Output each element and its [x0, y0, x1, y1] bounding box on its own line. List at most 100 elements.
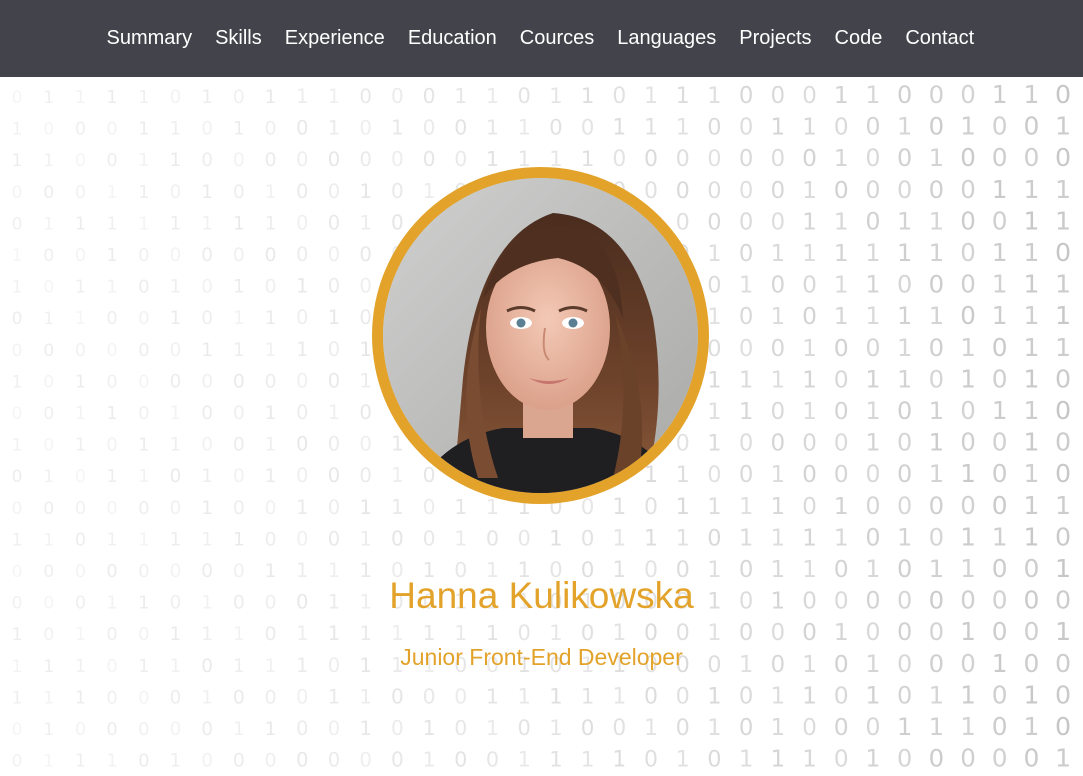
binary-digit: 1 — [328, 401, 340, 424]
binary-digit: 1 — [802, 524, 817, 551]
binary-digit: 0 — [802, 430, 817, 457]
binary-digit: 0 — [296, 717, 308, 740]
binary-digit: 1 — [233, 308, 245, 329]
binary-digit: 0 — [233, 498, 245, 519]
nav-link-code[interactable]: Code — [823, 0, 894, 77]
binary-digit: 1 — [75, 214, 86, 234]
nav-link-experience[interactable]: Experience — [273, 0, 396, 77]
nav-link-education[interactable]: Education — [396, 0, 508, 77]
binary-digit: 0 — [138, 498, 149, 519]
binary-digit: 0 — [265, 686, 277, 708]
binary-digit: 0 — [423, 495, 436, 519]
binary-digit: 1 — [802, 682, 817, 709]
binary-digit: 0 — [739, 715, 754, 741]
binary-digit: 0 — [802, 461, 817, 488]
binary-digit: 1 — [359, 338, 372, 361]
binary-digit: 0 — [518, 526, 531, 550]
binary-digit: 0 — [138, 340, 149, 361]
nav-item-skills: Skills — [204, 0, 274, 77]
binary-digit: 0 — [328, 369, 340, 392]
binary-digit: 0 — [454, 748, 467, 772]
binary-digit: 0 — [265, 244, 277, 266]
binary-digit: 0 — [359, 148, 372, 171]
binary-digit: 0 — [770, 83, 785, 109]
binary-digit: 0 — [106, 687, 117, 708]
binary-digit: 1 — [960, 364, 976, 393]
binary-digit: 1 — [865, 397, 880, 425]
binary-digit: 1 — [233, 213, 245, 234]
binary-digit: 0 — [233, 687, 245, 708]
binary-digit: 0 — [992, 428, 1008, 457]
binary-digit: 0 — [960, 175, 976, 204]
binary-digit: 1 — [929, 143, 944, 172]
binary-digit: 1 — [1023, 206, 1039, 235]
binary-digit: 1 — [170, 624, 182, 645]
binary-digit: 1 — [328, 117, 340, 140]
binary-digit: 1 — [897, 302, 912, 330]
binary-digit: 1 — [1023, 238, 1039, 267]
binary-digit: 1 — [138, 182, 149, 203]
nav-link-contact[interactable]: Contact — [894, 0, 986, 77]
binary-digit: 0 — [265, 118, 277, 140]
binary-digit: 1 — [1023, 175, 1039, 204]
binary-digit: 1 — [233, 119, 245, 140]
binary-digit: 0 — [992, 744, 1008, 773]
nav-link-summary[interactable]: Summary — [95, 0, 204, 77]
binary-digit: 1 — [201, 182, 213, 203]
binary-digit: 1 — [423, 748, 436, 772]
binary-digit: 0 — [328, 148, 340, 171]
binary-digit: 1 — [201, 340, 213, 361]
binary-digit: 1 — [75, 625, 86, 645]
profile-photo-frame — [372, 167, 709, 504]
binary-digit: 0 — [992, 143, 1008, 172]
nav-link-skills[interactable]: Skills — [204, 0, 274, 77]
binary-digit: 0 — [106, 371, 117, 392]
binary-digit: 0 — [960, 744, 976, 773]
binary-digit: 1 — [296, 85, 308, 108]
binary-digit: 1 — [929, 459, 944, 488]
binary-digit: 0 — [929, 333, 944, 362]
binary-digit: 0 — [12, 720, 23, 740]
binary-digit: 1 — [106, 245, 117, 266]
binary-digit: 0 — [391, 716, 404, 740]
nav-link-languages[interactable]: Languages — [606, 0, 728, 77]
binary-digit: 0 — [802, 303, 817, 330]
binary-digit: 0 — [676, 178, 690, 204]
binary-digit: 0 — [359, 306, 372, 329]
binary-digit: 1 — [960, 680, 976, 709]
binary-digit: 0 — [929, 522, 944, 551]
binary-digit: 1 — [612, 684, 626, 709]
binary-digit: 0 — [865, 113, 880, 141]
binary-digit: 1 — [739, 494, 754, 520]
binary-digit: 1 — [518, 116, 531, 140]
binary-digit: 0 — [265, 750, 277, 772]
binary-digit: 1 — [106, 213, 117, 234]
binary-digit: 0 — [43, 436, 54, 456]
nav-link-cources[interactable]: Cources — [508, 0, 605, 77]
binary-digit: 1 — [770, 525, 785, 551]
binary-digit: 1 — [75, 372, 86, 392]
binary-digit: 0 — [43, 625, 54, 645]
binary-digit: 0 — [897, 176, 912, 204]
binary-digit: 1 — [1023, 396, 1039, 425]
binary-digit: 1 — [454, 495, 467, 519]
binary-digit: 0 — [486, 526, 499, 550]
binary-digit: 0 — [106, 624, 117, 645]
binary-digit: 0 — [707, 115, 721, 141]
binary-digit: 1 — [43, 530, 54, 550]
binary-digit: 0 — [359, 275, 372, 298]
binary-digit: 1 — [233, 529, 245, 550]
binary-digit: 0 — [1055, 364, 1071, 393]
binary-digit: 0 — [960, 238, 976, 267]
binary-digit: 0 — [581, 621, 595, 646]
binary-digit: 0 — [1055, 80, 1071, 109]
binary-digit: 1 — [1023, 333, 1039, 362]
binary-digit: 0 — [518, 716, 531, 740]
binary-digit: 0 — [960, 301, 976, 330]
binary-digit: 0 — [423, 147, 436, 171]
binary-digit: 1 — [581, 84, 595, 109]
binary-digit: 0 — [12, 499, 23, 519]
binary-digit: 0 — [138, 624, 149, 645]
binary-digit: 1 — [359, 369, 372, 392]
nav-link-projects[interactable]: Projects — [728, 0, 823, 77]
